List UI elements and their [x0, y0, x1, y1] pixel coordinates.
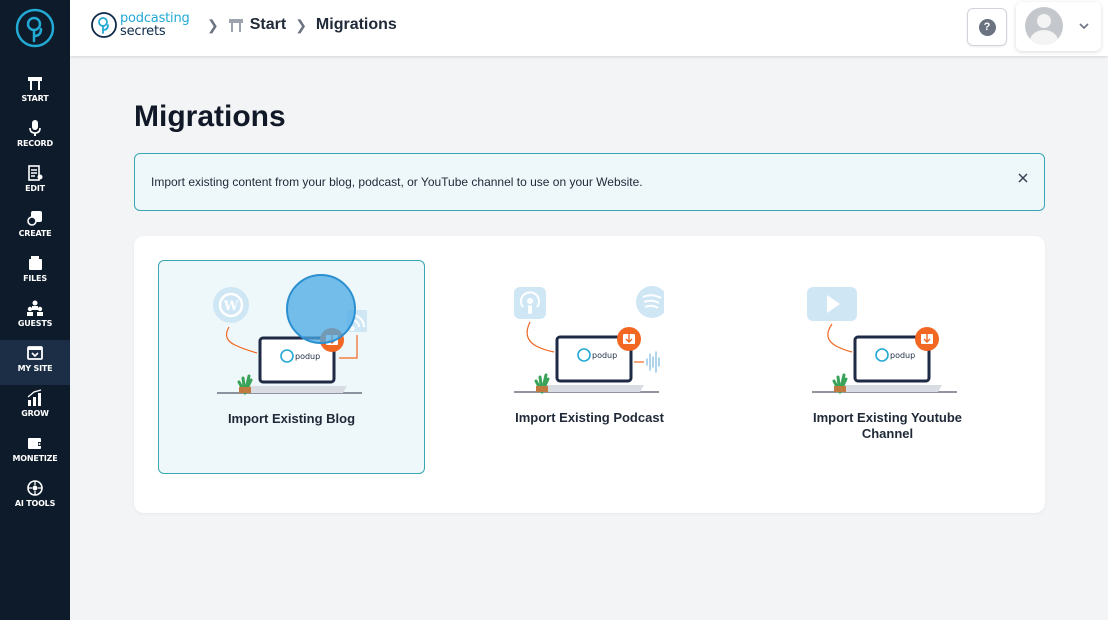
- sidebar-item-monetize[interactable]: MONETIZE: [0, 430, 70, 475]
- brand-name-bottom: secrets: [120, 24, 166, 39]
- laptop-brand-text: podup: [890, 351, 915, 360]
- top-bar: podcasting secrets ❯ Start ❯ Migrations …: [70, 0, 1108, 56]
- avatar: [1025, 7, 1063, 45]
- grow-icon: [27, 389, 42, 406]
- sidebar-item-grow[interactable]: GROW: [0, 385, 70, 430]
- help-button[interactable]: ?: [967, 8, 1007, 46]
- sidebar-label: GROW: [21, 409, 49, 418]
- youtube-migration-illustration: podup: [807, 287, 957, 394]
- guests-icon: [27, 300, 43, 316]
- migration-options-card: W podup Import Existing Blog podup Impor…: [134, 236, 1045, 513]
- ai-tools-icon: [27, 480, 43, 496]
- sidebar-label: FILES: [23, 274, 47, 283]
- sidebar: START RECORD EDIT CREATE FILES GUESTS MY…: [0, 0, 70, 620]
- sidebar-label: START: [21, 94, 49, 103]
- info-alert: Import existing content from your blog, …: [134, 153, 1045, 211]
- create-icon: [27, 211, 42, 226]
- click-indicator: [286, 274, 356, 344]
- brand-logo[interactable]: podcasting secrets: [90, 8, 190, 42]
- chevron-down-icon: [1079, 23, 1089, 30]
- sidebar-label: MY SITE: [17, 364, 53, 373]
- sidebar-label: AI TOOLS: [14, 499, 56, 508]
- svg-text:W: W: [223, 299, 239, 314]
- app-logo-icon[interactable]: [14, 7, 56, 49]
- close-icon[interactable]: [1013, 168, 1033, 188]
- breadcrumb: ❯ Start ❯ Migrations: [204, 16, 397, 34]
- sidebar-item-edit[interactable]: EDIT: [0, 160, 70, 205]
- option-label: Import Existing Youtube Channel: [812, 410, 963, 441]
- sidebar-label: GUESTS: [17, 319, 53, 328]
- site-icon: [27, 346, 43, 360]
- help-icon: ?: [978, 18, 996, 36]
- sidebar-item-files[interactable]: FILES: [0, 250, 70, 295]
- edit-icon: [28, 165, 43, 181]
- brand-mark-icon: [91, 12, 117, 38]
- sidebar-label: CREATE: [18, 229, 52, 238]
- option-label: Import Existing Podcast: [515, 410, 664, 425]
- user-menu[interactable]: [1016, 2, 1101, 51]
- page-title: Migrations: [134, 100, 286, 133]
- laptop-brand-text: podup: [592, 351, 617, 360]
- monetize-icon: [28, 438, 42, 449]
- chevron-right-icon: ❯: [207, 16, 219, 33]
- mic-icon: [29, 120, 41, 136]
- sidebar-item-my-site[interactable]: MY SITE: [0, 340, 70, 385]
- alert-text: Import existing content from your blog, …: [151, 175, 643, 189]
- laptop-brand-text: podup: [295, 352, 320, 361]
- breadcrumb-migrations: Migrations: [315, 16, 397, 33]
- sidebar-label: EDIT: [25, 184, 45, 193]
- import-podcast-option[interactable]: podup Import Existing Podcast: [456, 260, 723, 474]
- import-youtube-option[interactable]: podup Import Existing Youtube Channel: [754, 260, 1021, 474]
- option-label: Import Existing Blog: [227, 411, 356, 426]
- start-icon: [228, 19, 243, 32]
- sidebar-item-ai-tools[interactable]: AI TOOLS: [0, 475, 70, 520]
- chevron-right-icon: ❯: [295, 16, 307, 33]
- breadcrumb-start[interactable]: Start: [250, 16, 286, 34]
- podcast-migration-illustration: podup: [514, 286, 664, 394]
- sidebar-item-create[interactable]: CREATE: [0, 205, 70, 250]
- sidebar-item-record[interactable]: RECORD: [0, 115, 70, 160]
- sidebar-item-guests[interactable]: GUESTS: [0, 295, 70, 340]
- start-icon: [28, 77, 42, 90]
- sidebar-label: MONETIZE: [12, 454, 58, 463]
- files-icon: [29, 256, 42, 270]
- sidebar-item-start[interactable]: START: [0, 70, 70, 115]
- sidebar-label: RECORD: [17, 139, 53, 148]
